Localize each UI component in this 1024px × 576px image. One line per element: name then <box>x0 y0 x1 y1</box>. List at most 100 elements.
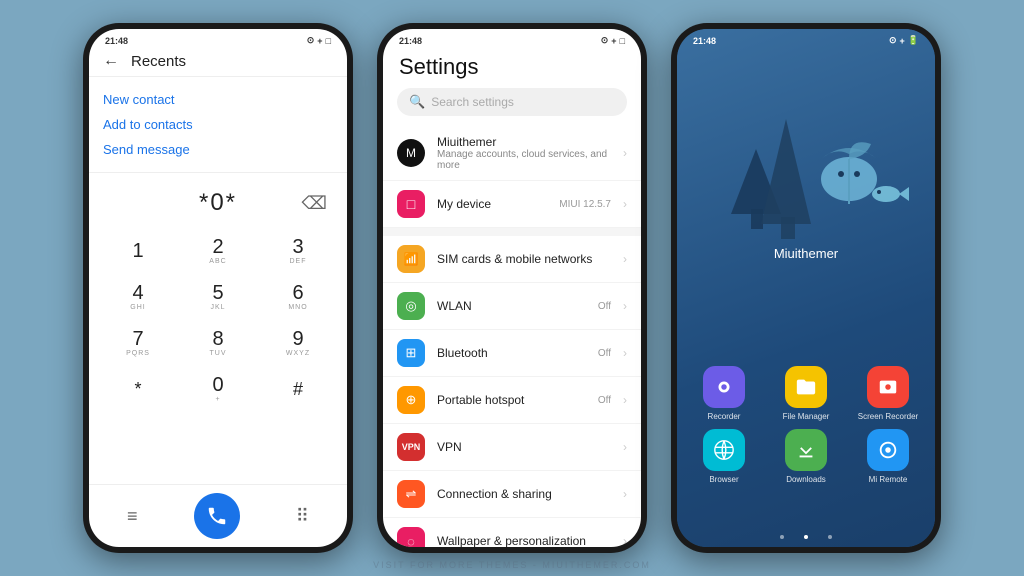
status-bar-2: 21:48 ⊙+□ <box>383 29 641 48</box>
key-3[interactable]: 3DEF <box>259 229 337 273</box>
hotspot-icon: ⊕ <box>397 386 425 414</box>
wallpaper-label: Wallpaper & personalization <box>437 534 611 547</box>
app-recorder[interactable]: Recorder <box>687 366 761 421</box>
add-to-contacts-link[interactable]: Add to contacts <box>103 112 333 137</box>
key-4[interactable]: 4GHI <box>99 275 177 319</box>
bluetooth-text: Bluetooth <box>437 346 586 360</box>
app-row-2: Browser Downloads Mi Remote <box>687 429 925 484</box>
key-7[interactable]: 7PQRS <box>99 321 177 365</box>
hotspot-label: Portable hotspot <box>437 393 586 407</box>
dialer-links: New contact Add to contacts Send message <box>89 77 347 173</box>
key-1[interactable]: 1 <box>99 229 177 273</box>
key-2[interactable]: 2ABC <box>179 229 257 273</box>
settings-title: Settings <box>383 48 641 88</box>
device-value: MIUI 12.5.7 <box>559 199 611 210</box>
app-mi-remote[interactable]: Mi Remote <box>851 429 925 484</box>
settings-item-account[interactable]: M Miuithemer Manage accounts, cloud serv… <box>383 126 641 181</box>
account-text: Miuithemer Manage accounts, cloud servic… <box>437 135 611 171</box>
settings-item-wallpaper[interactable]: ◌ Wallpaper & personalization › <box>383 518 641 547</box>
sim-text: SIM cards & mobile networks <box>437 252 611 266</box>
home-user-name: Miuithemer <box>774 246 838 261</box>
device-icon: □ <box>397 190 425 218</box>
dialer-header: ← Recents <box>89 48 347 77</box>
wlan-chevron-icon: › <box>623 299 627 313</box>
search-icon: 🔍 <box>409 94 425 110</box>
downloads-label: Downloads <box>786 475 826 484</box>
nav-dot-3[interactable] <box>828 535 832 539</box>
vpn-chevron-icon: › <box>623 440 627 454</box>
menu-icon[interactable]: ≡ <box>127 506 138 527</box>
nav-dot-2[interactable] <box>804 535 808 539</box>
key-6[interactable]: 6MNO <box>259 275 337 319</box>
section-divider <box>383 228 641 236</box>
status-bar-3: 21:48 ⊙+🔋 <box>677 29 935 48</box>
app-screen-recorder[interactable]: Screen Recorder <box>851 366 925 421</box>
phone-dialer: 21:48 ⊙+□ ← Recents New contact Add to c… <box>83 23 353 553</box>
key-hash[interactable]: # <box>259 367 337 411</box>
search-input[interactable]: Search settings <box>431 95 514 109</box>
key-0[interactable]: 0+ <box>179 367 257 411</box>
device-label: My device <box>437 197 547 211</box>
mi-remote-icon <box>867 429 909 471</box>
settings-list: M Miuithemer Manage accounts, cloud serv… <box>383 126 641 547</box>
device-chevron-icon: › <box>623 197 627 211</box>
back-arrow-icon[interactable]: ← <box>103 52 119 70</box>
sim-label: SIM cards & mobile networks <box>437 252 611 266</box>
wlan-value: Off <box>598 301 611 312</box>
screen-recorder-label: Screen Recorder <box>858 412 918 421</box>
keypad: 1 2ABC 3DEF 4GHI 5JKL 6MNO 7PQRS 8TUV 9W… <box>89 225 347 415</box>
grid-icon[interactable]: ⠿ <box>296 506 309 527</box>
settings-item-device[interactable]: □ My device MIUI 12.5.7 › <box>383 181 641 228</box>
device-text: My device <box>437 197 547 211</box>
status-time-3: 21:48 <box>693 36 716 46</box>
phone-icon <box>206 505 228 527</box>
hotspot-chevron-icon: › <box>623 393 627 407</box>
browser-label: Browser <box>709 475 738 484</box>
app-downloads[interactable]: Downloads <box>769 429 843 484</box>
key-8[interactable]: 8TUV <box>179 321 257 365</box>
file-manager-icon <box>785 366 827 408</box>
app-browser[interactable]: Browser <box>687 429 761 484</box>
key-5[interactable]: 5JKL <box>179 275 257 319</box>
phone-settings: 21:48 ⊙+□ Settings 🔍 Search settings M M… <box>377 23 647 553</box>
settings-item-connection[interactable]: ⇌ Connection & sharing › <box>383 471 641 518</box>
status-icons-2: ⊙+□ <box>601 35 625 46</box>
key-star[interactable]: * <box>99 367 177 411</box>
dialer-number: *0* <box>199 189 237 217</box>
dialer-title: Recents <box>131 53 186 70</box>
browser-icon <box>703 429 745 471</box>
downloads-icon <box>785 429 827 471</box>
sim-icon: 📶 <box>397 245 425 273</box>
settings-item-hotspot[interactable]: ⊕ Portable hotspot Off › <box>383 377 641 424</box>
app-row-1: Recorder File Manager Screen Recorder <box>687 366 925 421</box>
vpn-label: VPN <box>437 440 611 454</box>
file-manager-label: File Manager <box>783 412 830 421</box>
call-button[interactable] <box>194 493 240 539</box>
bluetooth-label: Bluetooth <box>437 346 586 360</box>
hotspot-value: Off <box>598 395 611 406</box>
settings-item-bluetooth[interactable]: ⊞ Bluetooth Off › <box>383 330 641 377</box>
home-app-grid: Recorder File Manager Screen Recorder <box>687 366 925 492</box>
nav-dot-1[interactable] <box>780 535 784 539</box>
settings-item-sim[interactable]: 📶 SIM cards & mobile networks › <box>383 236 641 283</box>
bluetooth-value: Off <box>598 348 611 359</box>
status-bar-1: 21:48 ⊙+□ <box>89 29 347 48</box>
settings-item-wlan[interactable]: ◎ WLAN Off › <box>383 283 641 330</box>
home-illustration <box>701 59 911 254</box>
settings-item-vpn[interactable]: VPN VPN › <box>383 424 641 471</box>
backspace-icon[interactable]: ⌫ <box>302 193 327 214</box>
status-time-1: 21:48 <box>105 36 128 46</box>
sim-chevron-icon: › <box>623 252 627 266</box>
wallpaper-chevron-icon: › <box>623 534 627 547</box>
send-message-link[interactable]: Send message <box>103 137 333 162</box>
phone-home: 21:48 ⊙+🔋 <box>671 23 941 553</box>
status-icons-1: ⊙+□ <box>307 35 331 46</box>
connection-label: Connection & sharing <box>437 487 611 501</box>
bluetooth-chevron-icon: › <box>623 346 627 360</box>
new-contact-link[interactable]: New contact <box>103 87 333 112</box>
key-9[interactable]: 9WXYZ <box>259 321 337 365</box>
app-file-manager[interactable]: File Manager <box>769 366 843 421</box>
search-bar[interactable]: 🔍 Search settings <box>397 88 627 116</box>
connection-text: Connection & sharing <box>437 487 611 501</box>
wlan-text: WLAN <box>437 299 586 313</box>
